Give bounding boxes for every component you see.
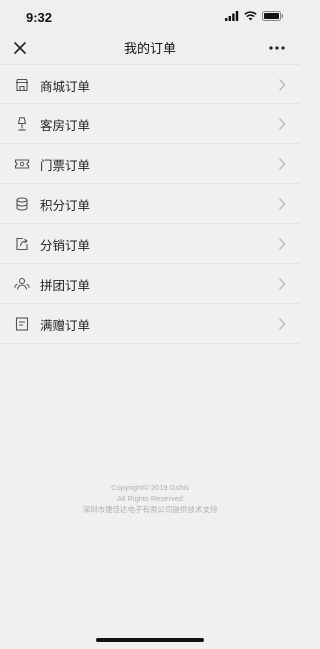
lamp-icon: [17, 117, 27, 131]
chevron-right-icon: [279, 158, 286, 170]
order-item-label: 门票订单: [40, 158, 91, 173]
nav-bar: 我的订单: [0, 34, 300, 62]
signal-icon: [225, 11, 239, 21]
support-line: 深圳市捷佳达电子有限公司提供技术支持: [82, 505, 218, 514]
document-icon: [15, 317, 29, 331]
copyright-footer: Copyright© 2019 Gshis All Rights Reserve…: [0, 482, 300, 515]
chevron-right-icon: [279, 278, 286, 290]
order-item-distribution[interactable]: 分销订单: [0, 224, 300, 264]
rights-line: All Rights Reserved: [117, 494, 183, 503]
chevron-right-icon: [279, 118, 286, 130]
ticket-icon: [14, 159, 30, 169]
order-list: 商城订单 客房订单 门票订单 积分订单 分销订单 拼团订单 满赠订单: [0, 64, 300, 344]
order-item-label: 客房订单: [40, 118, 91, 133]
order-item-label: 拼团订单: [40, 278, 91, 293]
battery-icon: [262, 11, 284, 21]
order-item-points[interactable]: 积分订单: [0, 184, 300, 224]
order-item-mall[interactable]: 商城订单: [0, 64, 300, 104]
order-item-label: 积分订单: [40, 198, 91, 213]
chevron-right-icon: [279, 238, 286, 250]
order-item-label: 商城订单: [40, 79, 91, 94]
chevron-right-icon: [279, 198, 286, 210]
wifi-icon: [244, 11, 257, 21]
page-title: 我的订单: [123, 42, 176, 57]
chevron-right-icon: [279, 318, 286, 330]
order-item-room[interactable]: 客房订单: [0, 104, 300, 144]
order-item-gift[interactable]: 满赠订单: [0, 304, 300, 344]
store-icon: [15, 78, 29, 92]
status-time: 9:32: [26, 10, 53, 25]
status-icons: [225, 11, 284, 21]
coins-icon: [16, 197, 28, 211]
home-indicator[interactable]: [96, 638, 204, 642]
group-icon: [14, 277, 30, 290]
copyright-line: Copyright© 2019 Gshis: [111, 483, 189, 492]
share-icon: [16, 237, 28, 251]
order-item-ticket[interactable]: 门票订单: [0, 144, 300, 184]
status-bar: 9:32: [0, 0, 300, 34]
order-item-group[interactable]: 拼团订单: [0, 264, 300, 304]
order-item-label: 分销订单: [40, 238, 91, 253]
chevron-right-icon: [279, 79, 286, 91]
more-icon[interactable]: [268, 40, 286, 56]
order-item-label: 满赠订单: [40, 318, 91, 333]
